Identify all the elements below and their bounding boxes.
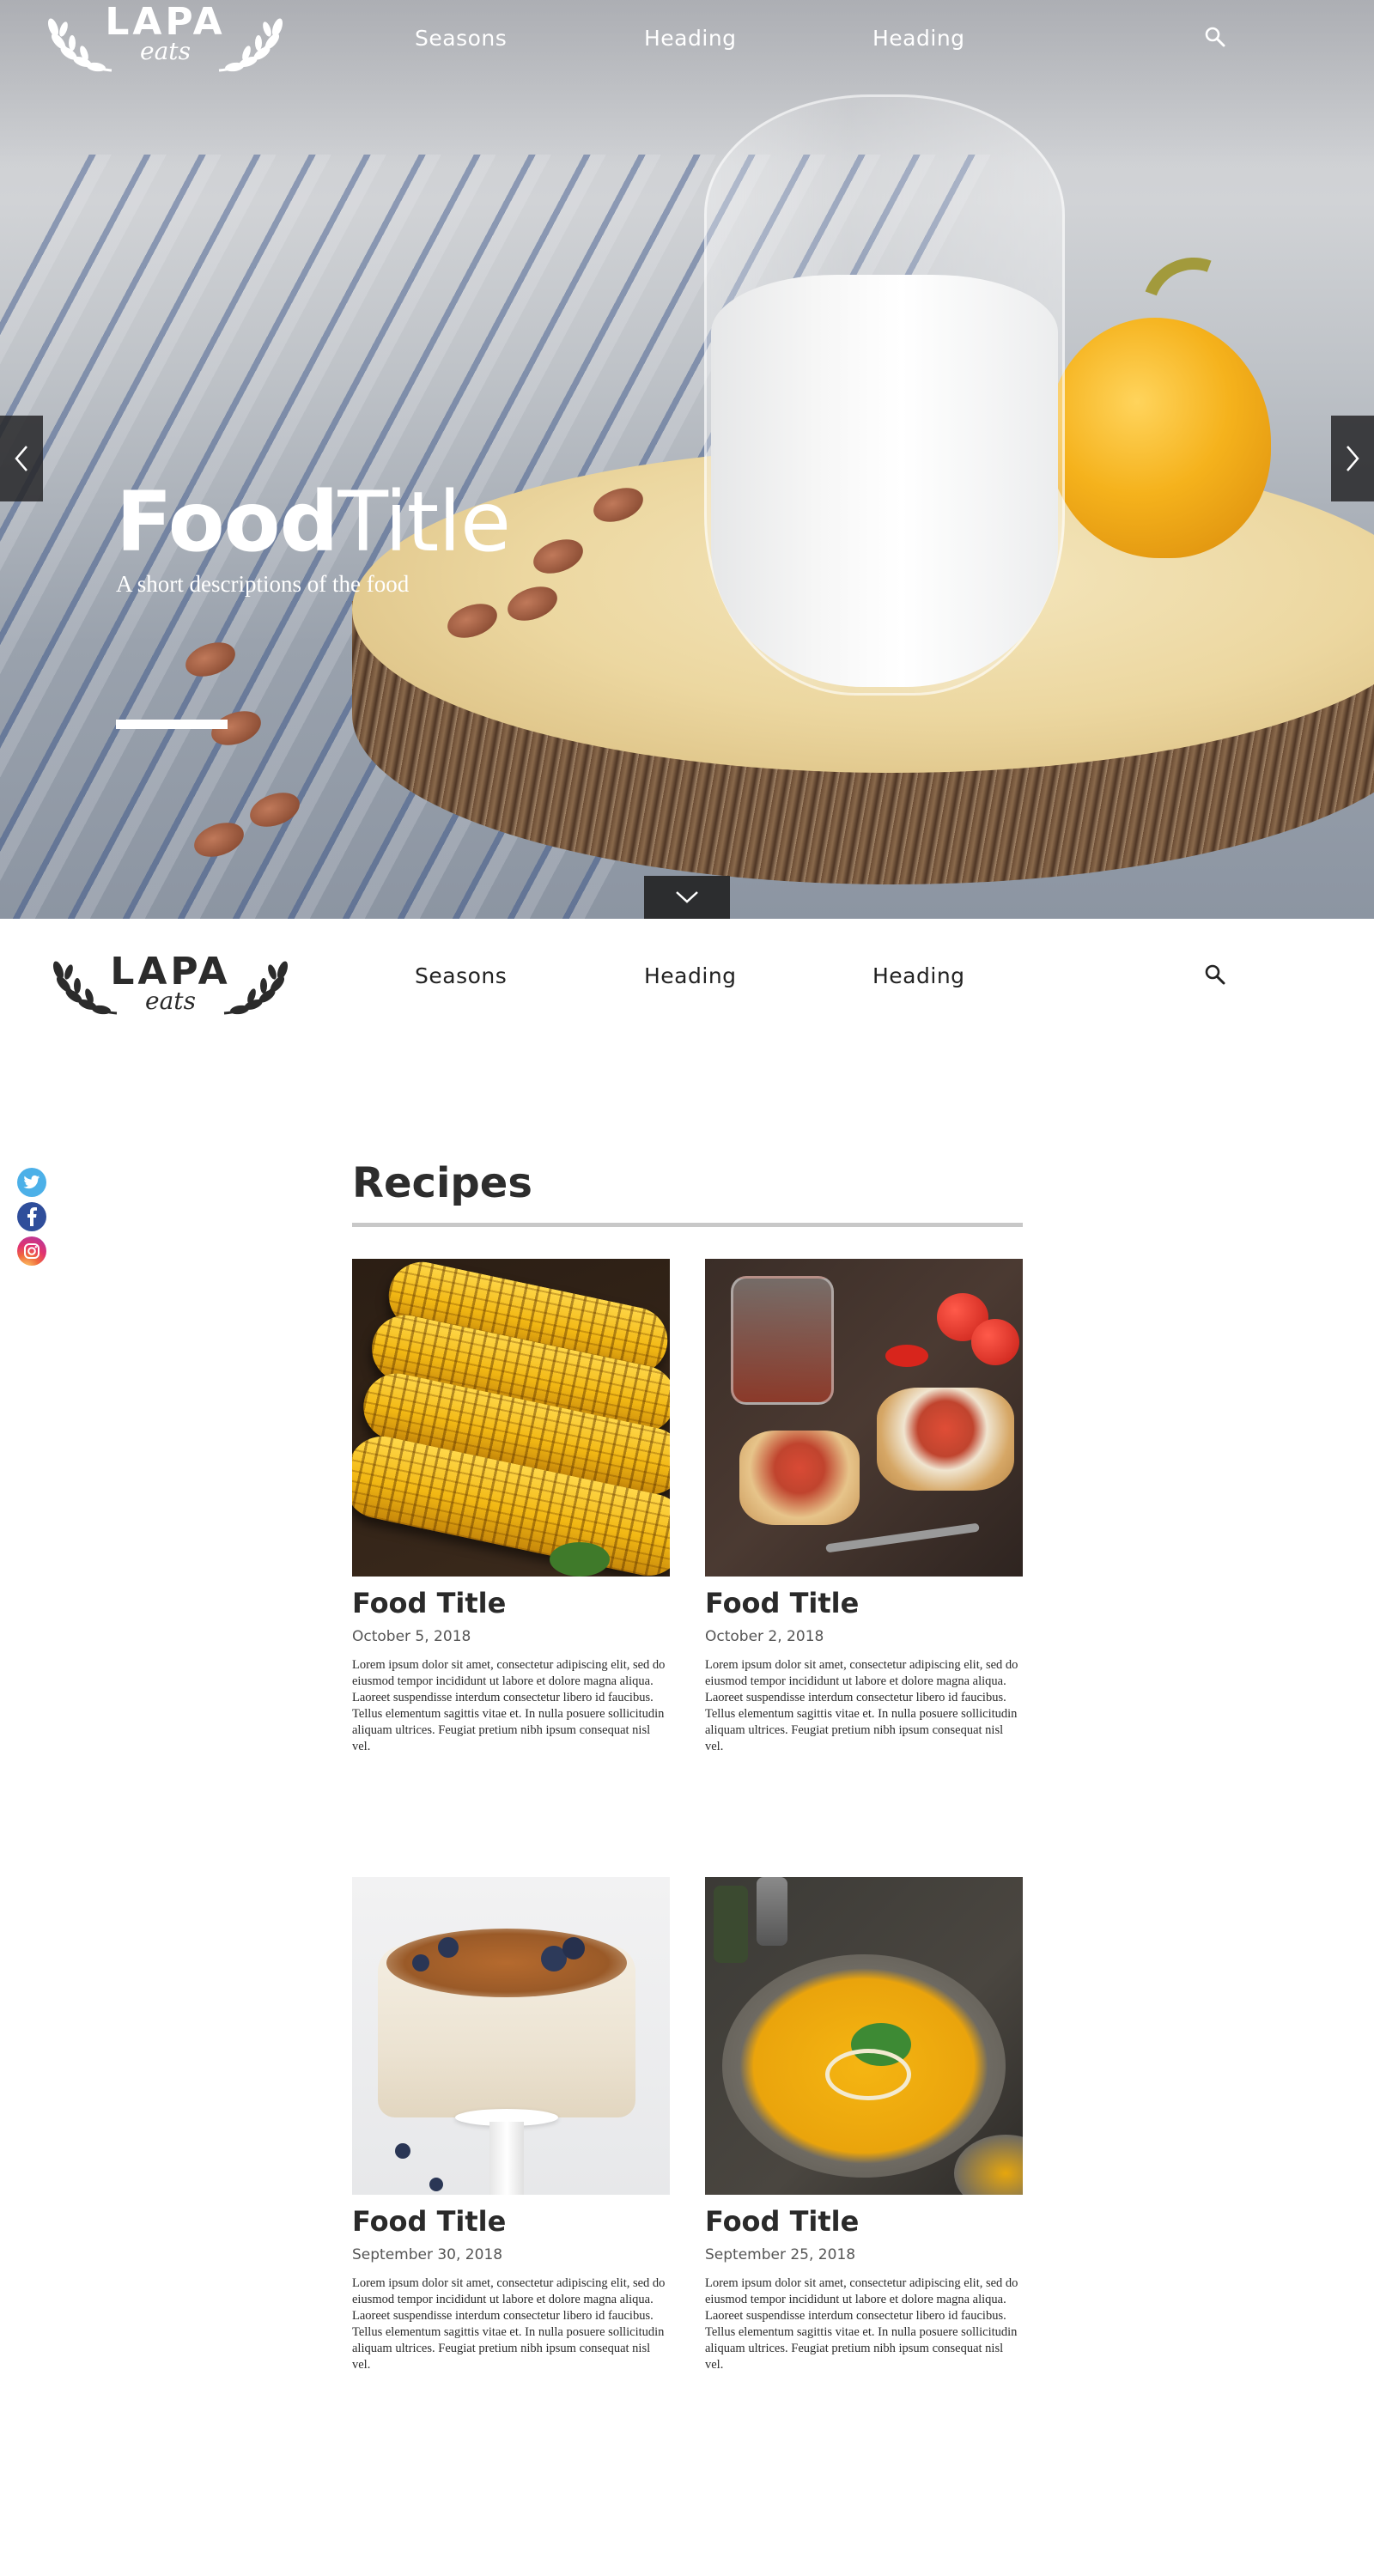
tomato	[885, 1345, 928, 1367]
chevron-left-icon	[15, 446, 27, 471]
recipe-title[interactable]: Food Title	[352, 2205, 670, 2238]
bruschetta	[877, 1388, 1014, 1491]
bruschetta	[739, 1431, 860, 1525]
laurel-left-icon	[47, 18, 112, 72]
recipes-heading: Recipes	[352, 1159, 532, 1207]
recipe-excerpt: Lorem ipsum dolor sit amet, consectetur …	[352, 2276, 666, 2372]
spoon	[825, 1522, 980, 1553]
cake-stand-stem	[489, 2122, 524, 2195]
blueberry	[395, 2143, 410, 2159]
laurel-right-icon	[223, 961, 289, 1015]
recipe-excerpt: Lorem ipsum dolor sit amet, consectetur …	[352, 1658, 666, 1753]
hero-banner: LAPA eats Seasons Heading Heading FoodTi…	[0, 0, 1374, 919]
facebook-icon[interactable]	[17, 1202, 46, 1231]
nav-heading-1[interactable]: Heading	[644, 26, 737, 51]
recipe-date: September 30, 2018	[352, 2246, 503, 2263]
jar	[731, 1276, 834, 1405]
blueberry	[412, 1954, 429, 1971]
nav-seasons[interactable]: Seasons	[415, 26, 507, 51]
recipe-card: Food Title October 2, 2018 Lorem ipsum d…	[705, 1259, 1023, 1755]
pumpkin	[1048, 318, 1271, 558]
logo-title: LAPA	[105, 0, 226, 44]
logo-link[interactable]: LAPA eats	[43, 2, 288, 79]
recipe-date: September 25, 2018	[705, 2246, 856, 2263]
recipe-card: Food Title October 5, 2018 Lorem ipsum d…	[352, 1259, 670, 1755]
recipe-date: October 5, 2018	[352, 1628, 471, 1645]
recipe-image-grilled-corn[interactable]	[352, 1259, 670, 1577]
laurel-left-icon	[52, 961, 118, 1015]
recipe-card: Food Title September 25, 2018 Lorem ipsu…	[705, 1877, 1023, 2373]
milk	[711, 275, 1058, 687]
main-navigation: LAPA eats Seasons Heading Heading	[0, 919, 1374, 1039]
logo-link[interactable]: LAPA eats	[48, 945, 293, 1022]
blueberry	[562, 1937, 585, 1959]
recipe-image-pumpkin-soup[interactable]	[705, 1877, 1023, 2195]
bottle	[714, 1886, 748, 1963]
hero-title-bold: Food	[116, 474, 338, 570]
nav-heading-2[interactable]: Heading	[872, 963, 965, 988]
scroll-down-button[interactable]	[644, 876, 730, 919]
logo-title: LAPA	[110, 950, 231, 993]
instagram-icon[interactable]	[17, 1236, 46, 1266]
recipe-title[interactable]: Food Title	[705, 1587, 1023, 1619]
chevron-right-icon	[1347, 446, 1359, 471]
logo-tagline: eats	[145, 987, 196, 1015]
recipes-divider	[352, 1223, 1023, 1227]
recipe-image-blueberry-cake[interactable]	[352, 1877, 670, 2195]
recipe-excerpt: Lorem ipsum dolor sit amet, consectetur …	[705, 1658, 1018, 1753]
hero-underline	[116, 720, 228, 729]
nav-heading-1[interactable]: Heading	[644, 963, 737, 988]
hero-title: FoodTitle	[116, 481, 511, 563]
recipe-card: Food Title September 30, 2018 Lorem ipsu…	[352, 1877, 670, 2373]
hero-navigation: LAPA eats Seasons Heading Heading	[0, 0, 1374, 77]
logo-tagline: eats	[140, 37, 191, 65]
hero-title-light: Title	[337, 474, 511, 570]
nav-heading-2[interactable]: Heading	[872, 26, 965, 51]
twitter-icon[interactable]	[17, 1168, 46, 1197]
search-icon[interactable]	[1204, 963, 1226, 986]
pepper-shaker	[757, 1877, 787, 1946]
recipe-date: October 2, 2018	[705, 1628, 824, 1645]
laurel-right-icon	[218, 18, 283, 72]
recipe-excerpt: Lorem ipsum dolor sit amet, consectetur …	[705, 2276, 1018, 2372]
slider-next-button[interactable]	[1331, 416, 1374, 501]
blueberry	[429, 2178, 443, 2191]
recipe-image-bruschetta[interactable]	[705, 1259, 1023, 1577]
recipe-title[interactable]: Food Title	[705, 2205, 1023, 2238]
blueberry	[438, 1937, 459, 1958]
social-links	[17, 1168, 46, 1266]
recipe-title[interactable]: Food Title	[352, 1587, 670, 1619]
slider-prev-button[interactable]	[0, 416, 43, 501]
chevron-down-icon	[676, 891, 698, 903]
hero-description: A short descriptions of the food	[116, 571, 410, 597]
tomato	[971, 1319, 1019, 1365]
nav-seasons[interactable]: Seasons	[415, 963, 507, 988]
basil-leaf	[550, 1542, 610, 1577]
onion-ring	[825, 2049, 911, 2100]
search-icon[interactable]	[1204, 26, 1226, 48]
